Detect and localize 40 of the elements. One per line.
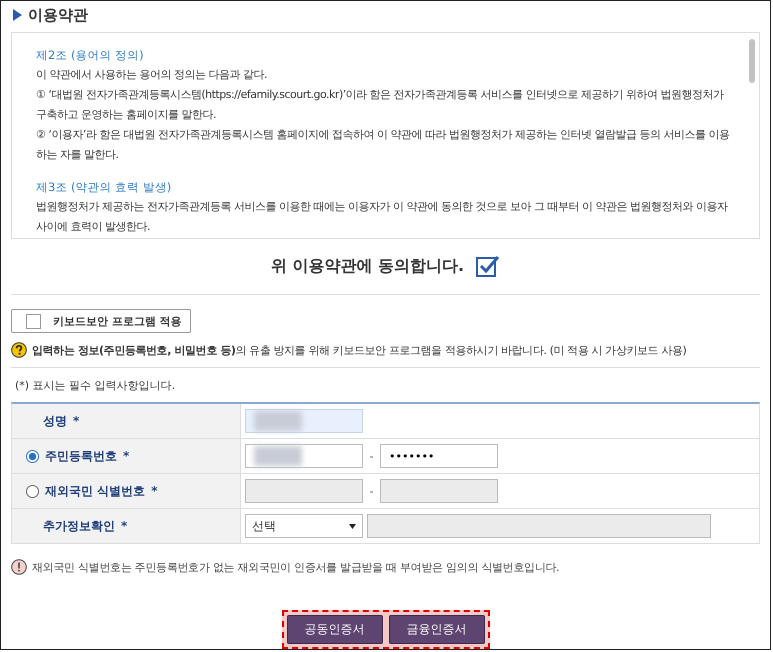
field-label: 추가정보확인 — [43, 518, 115, 535]
scrollbar-thumb[interactable] — [749, 39, 755, 84]
input-field[interactable] — [245, 444, 363, 468]
warning-note: 재외국민 식별번호는 주민등록번호가 없는 재외국민이 인증서를 발급받을 때 부여받은 임의의 식별번호입니다. — [32, 560, 560, 575]
required-mark: * — [151, 484, 158, 498]
section-title: 이용약관 — [28, 6, 88, 25]
dash-separator: - — [368, 450, 374, 463]
required-mark: * — [73, 414, 80, 428]
article-text: ① ‘대법원 전자가족관계등록시스템(https://efamily.scourt.go.kr)’이라 함은 전자가족관계등록 서비스를 인터넷으로 제공하기 위하여 법원행정처가 구축하고 운영하는 홈페이지를 말한다. — [36, 87, 725, 124]
checkbox[interactable] — [26, 314, 41, 329]
required-note: (*) 표시는 필수 입력사항입니다. — [14, 378, 176, 393]
certificate-button[interactable]: 공동인증서 — [286, 614, 382, 644]
keyboard-security-toggle[interactable]: 키보드보안 프로그램 적용 — [11, 308, 191, 334]
article-text: ② ‘이용자’라 함은 대법원 전자가족관계등록시스템 홈페이지에 접속하여 이 약관에 따라 법원행정처가 제공하는 인터넷 열람발급 등의 서비스를 이용하는 자를 말한다. — [36, 127, 730, 164]
caret-icon — [349, 524, 356, 529]
required-mark: * — [121, 519, 128, 534]
agree-label: 위 이용약관에 동의합니다. — [270, 256, 464, 277]
dash-separator: - — [368, 484, 374, 498]
radio-button[interactable] — [26, 450, 39, 463]
agree-checkbox[interactable] — [476, 255, 500, 278]
question-icon — [11, 342, 27, 358]
article-heading: 제3조 (약관의 효력 발생) — [36, 179, 172, 196]
blurred-value — [254, 446, 302, 466]
triangle-icon — [13, 9, 22, 22]
certificate-button[interactable]: 금융인증서 — [388, 614, 484, 644]
input-field[interactable]: ••••••• — [380, 444, 498, 468]
radio-button[interactable] — [26, 484, 39, 498]
field-label: 성명 — [43, 412, 67, 430]
input-field[interactable] — [245, 409, 363, 434]
field-label: 재외국민 식별번호 — [45, 482, 146, 500]
blurred-value — [254, 411, 302, 432]
article-text: 법원행정처가 제공하는 전자가족관계등록 서비스를 이용한 때에는 이용자가 이 약관에 동의한 것으로 보아 그 때부터 이 약관은 법원행정처와 이용자 사이에 효력이 발생한다. — [36, 199, 729, 236]
field-label: 주민등록번호 — [45, 448, 117, 465]
required-mark: * — [123, 449, 130, 464]
article-heading: 제2조 (용어의 정의) — [36, 47, 145, 64]
select-dropdown[interactable]: 선택 — [245, 514, 363, 538]
article-text: 이 약관에서 사용하는 용어의 정의는 다음과 같다. — [36, 67, 268, 84]
info-notice: 입력하는 정보(주민등록번호, 비밀번호 등)의 유출 방지를 위해 키보드보안 프로그램을 적용하시기 바랍니다. (미 적용 시 가상키보드 사용) — [32, 342, 686, 358]
field-value: ••••••• — [389, 450, 434, 463]
exclamation-icon — [11, 559, 27, 576]
